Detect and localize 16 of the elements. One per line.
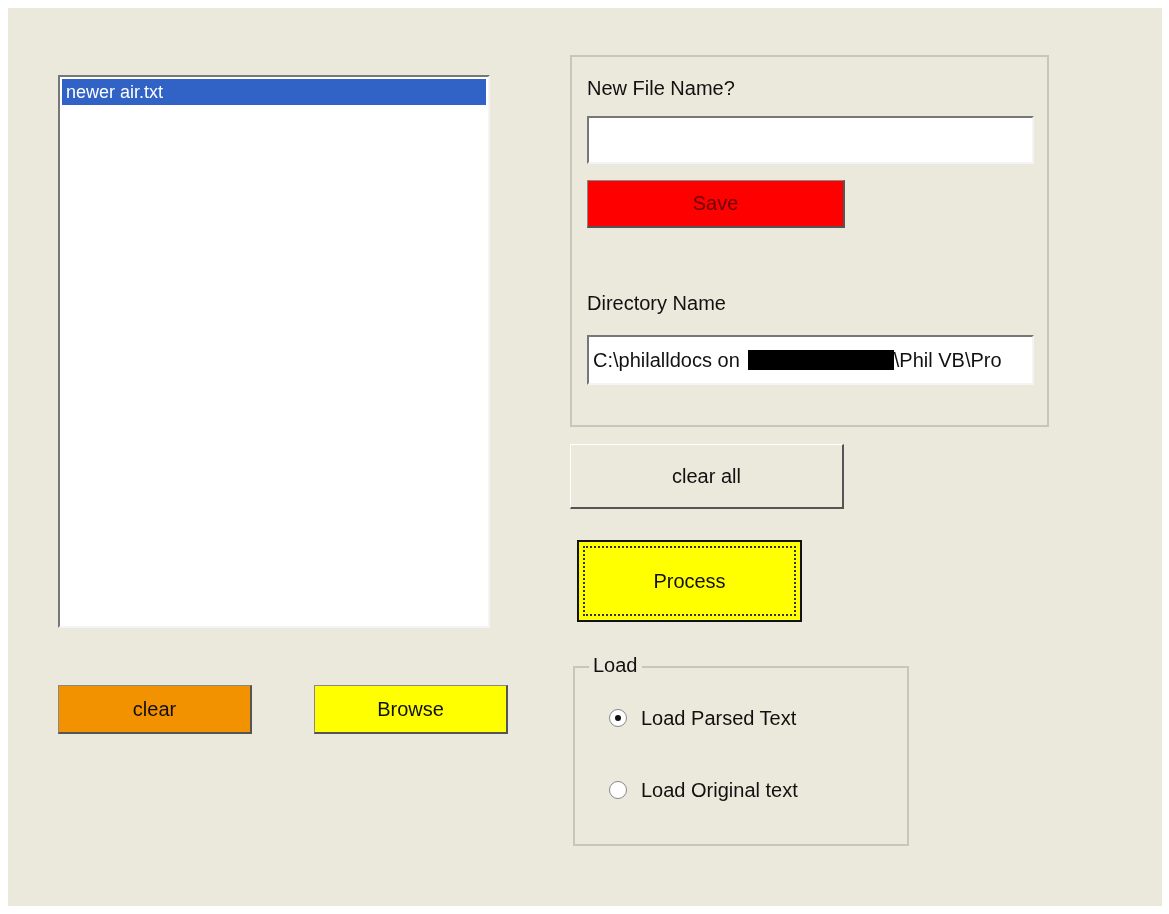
- file-listbox[interactable]: newer air.txt: [58, 75, 490, 628]
- field-label: Directory Name: [587, 292, 726, 315]
- radio-label[interactable]: Load Original text: [641, 778, 798, 802]
- radio-button[interactable]: [609, 781, 627, 799]
- path-text: C:\philalldocs on: [593, 348, 740, 372]
- path-text: \Phil VB\Pro: [893, 348, 1002, 372]
- field-label: New File Name?: [587, 77, 735, 100]
- clear-button[interactable]: clear: [58, 685, 252, 734]
- process-button[interactable]: Process: [577, 540, 802, 622]
- radio-button[interactable]: [609, 709, 627, 727]
- browse-button[interactable]: Browse: [314, 685, 508, 734]
- file-list-item[interactable]: newer air.txt: [62, 79, 486, 105]
- radio-label[interactable]: Load Parsed Text: [641, 706, 797, 730]
- file-name-field[interactable]: [587, 116, 1034, 164]
- directory-field[interactable]: C:\philalldocs on \Phil VB\Pro: [587, 335, 1034, 385]
- clear-all-button[interactable]: clear all: [570, 444, 844, 509]
